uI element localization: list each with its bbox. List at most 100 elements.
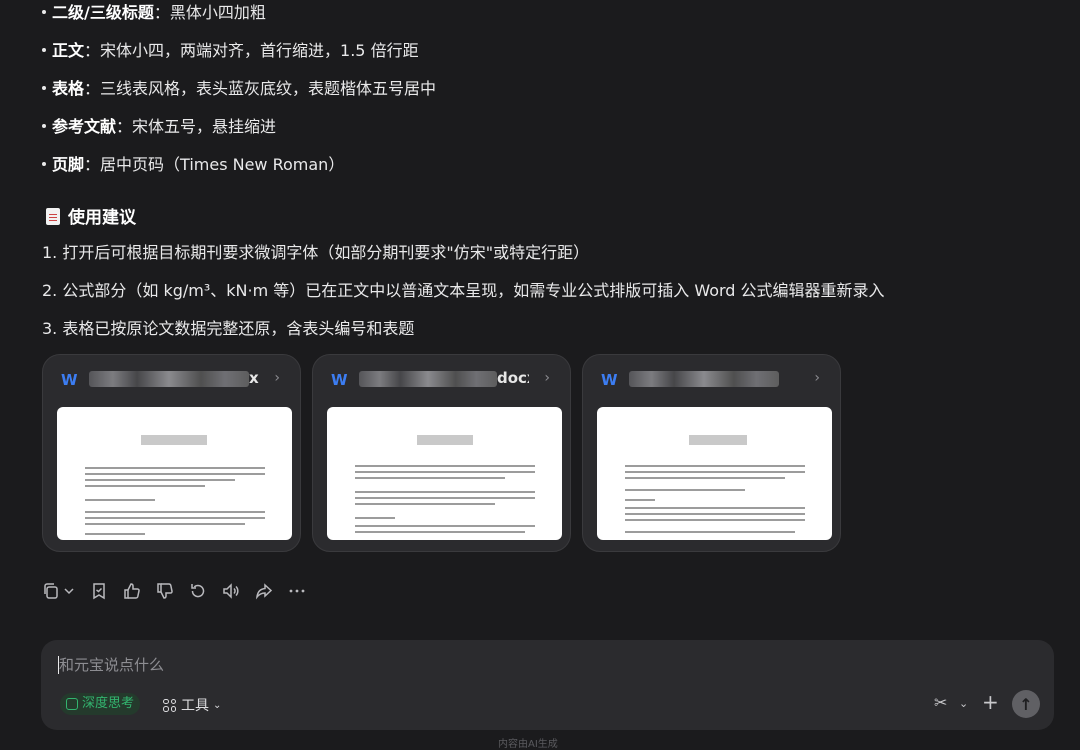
preview-title-bar bbox=[417, 435, 473, 445]
format-key: 二级/三级标题 bbox=[52, 3, 154, 22]
format-key: 参考文献 bbox=[52, 117, 117, 136]
format-item: 参考文献：宋体五号，悬挂缩进 bbox=[42, 115, 276, 139]
format-value: 三线表风格，表头蓝灰底纹，表题楷体五号居中 bbox=[100, 79, 437, 98]
format-value: 黑体小四加粗 bbox=[169, 3, 266, 22]
blurred-filename bbox=[89, 370, 249, 387]
preview-title-bar bbox=[141, 435, 207, 445]
file-name-suffix: docx bbox=[497, 369, 529, 387]
preview-line bbox=[625, 471, 805, 473]
preview-line bbox=[625, 519, 805, 521]
preview-line bbox=[85, 533, 145, 535]
preview-line bbox=[625, 489, 745, 491]
preview-line bbox=[355, 531, 525, 533]
format-key: 正文 bbox=[52, 41, 85, 60]
bullet-dot bbox=[42, 124, 46, 128]
preview-line bbox=[625, 477, 785, 479]
scissors-icon[interactable]: ✂ bbox=[934, 693, 947, 712]
preview-line bbox=[625, 465, 805, 467]
preview-line bbox=[355, 471, 535, 473]
bullet-dot bbox=[42, 48, 46, 52]
thumbs-down-icon[interactable] bbox=[156, 582, 174, 600]
chat-composer[interactable]: 和元宝说点什么 深度思考 工具 ⌄ ✂ ⌄ + ↑ bbox=[41, 640, 1054, 730]
preview-line bbox=[625, 499, 655, 501]
word-icon: W bbox=[601, 371, 618, 389]
chevron-down-icon[interactable] bbox=[63, 582, 75, 600]
preview-line bbox=[625, 531, 795, 533]
suggestion-item: 3. 表格已按原论文数据完整还原，含表头编号和表题 bbox=[42, 319, 415, 338]
chevron-down-icon[interactable]: ⌄ bbox=[959, 697, 968, 710]
format-sep: ： bbox=[84, 79, 101, 98]
format-value: 宋体小四，两端对齐，首行缩进，1.5 倍行距 bbox=[100, 41, 419, 60]
word-icon: W bbox=[61, 371, 78, 389]
preview-line bbox=[355, 503, 495, 505]
preview-line bbox=[355, 517, 395, 519]
format-sep: ： bbox=[84, 155, 101, 174]
send-button[interactable]: ↑ bbox=[1012, 690, 1040, 718]
section-title-text: 使用建议 bbox=[68, 208, 136, 228]
file-name bbox=[629, 369, 799, 387]
preview-line bbox=[355, 491, 535, 493]
speaker-icon[interactable] bbox=[222, 582, 240, 600]
blurred-filename bbox=[359, 370, 497, 387]
format-item: 二级/三级标题：黑体小四加粗 bbox=[42, 1, 266, 25]
file-name-suffix: x bbox=[249, 369, 259, 387]
deep-think-toggle[interactable]: 深度思考 bbox=[60, 693, 141, 715]
preview-line bbox=[85, 511, 265, 513]
tools-dropdown[interactable]: 工具 ⌄ bbox=[163, 695, 221, 715]
preview-line bbox=[85, 499, 155, 501]
bullet-dot bbox=[42, 86, 46, 90]
preview-line bbox=[85, 473, 265, 475]
chevron-right-icon: › bbox=[274, 370, 280, 386]
format-key: 表格 bbox=[52, 79, 85, 98]
document-preview bbox=[597, 407, 832, 540]
format-sep: ： bbox=[153, 3, 170, 22]
format-item: 表格：三线表风格，表头蓝灰底纹，表题楷体五号居中 bbox=[42, 77, 436, 101]
suggestion-item: 2. 公式部分（如 kg/m³、kN·m 等）已在正文中以普通文本呈现，如需专业… bbox=[42, 281, 885, 300]
file-name: docx bbox=[359, 369, 529, 387]
bullet-dot bbox=[42, 10, 46, 14]
format-key: 页脚 bbox=[52, 155, 85, 174]
format-value: 居中页码（Times New Roman） bbox=[100, 155, 345, 174]
file-card[interactable]: W › bbox=[582, 354, 841, 552]
tools-label: 工具 bbox=[181, 698, 209, 714]
refresh-icon[interactable] bbox=[189, 582, 207, 600]
file-card[interactable]: W x › bbox=[42, 354, 301, 552]
document-icon bbox=[46, 208, 60, 225]
document-preview bbox=[327, 407, 562, 540]
copy-icon[interactable] bbox=[42, 582, 60, 600]
format-value: 宋体五号，悬挂缩进 bbox=[132, 117, 277, 136]
deep-think-icon bbox=[66, 698, 78, 710]
preview-line bbox=[85, 467, 265, 469]
deep-think-label: 深度思考 bbox=[82, 696, 135, 711]
format-sep: ： bbox=[116, 117, 133, 136]
chevron-down-icon: ⌄ bbox=[213, 699, 222, 711]
format-item: 正文：宋体小四，两端对齐，首行缩进，1.5 倍行距 bbox=[42, 39, 419, 63]
preview-line bbox=[85, 479, 235, 481]
preview-line bbox=[355, 497, 535, 499]
bookmark-icon[interactable] bbox=[90, 582, 108, 600]
tools-icon bbox=[163, 698, 176, 712]
format-item: 页脚：居中页码（Times New Roman） bbox=[42, 153, 344, 177]
preview-line bbox=[625, 507, 805, 509]
bullet-dot bbox=[42, 162, 46, 166]
message-input[interactable]: 和元宝说点什么 bbox=[59, 654, 164, 675]
file-name: x bbox=[89, 369, 259, 387]
preview-line bbox=[355, 525, 535, 527]
chevron-right-icon: › bbox=[544, 370, 550, 386]
chevron-right-icon: › bbox=[814, 370, 820, 386]
format-sep: ： bbox=[84, 41, 101, 60]
file-card[interactable]: W docx › bbox=[312, 354, 571, 552]
share-icon[interactable] bbox=[255, 582, 273, 600]
document-preview bbox=[57, 407, 292, 540]
more-icon[interactable] bbox=[288, 582, 306, 600]
plus-icon[interactable]: + bbox=[982, 690, 999, 714]
suggestion-item: 1. 打开后可根据目标期刊要求微调字体（如部分期刊要求"仿宋"或特定行距） bbox=[42, 243, 590, 262]
section-title: 使用建议 bbox=[46, 206, 136, 230]
preview-line bbox=[355, 477, 505, 479]
preview-line bbox=[85, 517, 265, 519]
thumbs-up-icon[interactable] bbox=[123, 582, 141, 600]
blurred-filename bbox=[629, 370, 779, 387]
preview-line bbox=[625, 513, 805, 515]
word-icon: W bbox=[331, 371, 348, 389]
preview-line bbox=[85, 523, 245, 525]
